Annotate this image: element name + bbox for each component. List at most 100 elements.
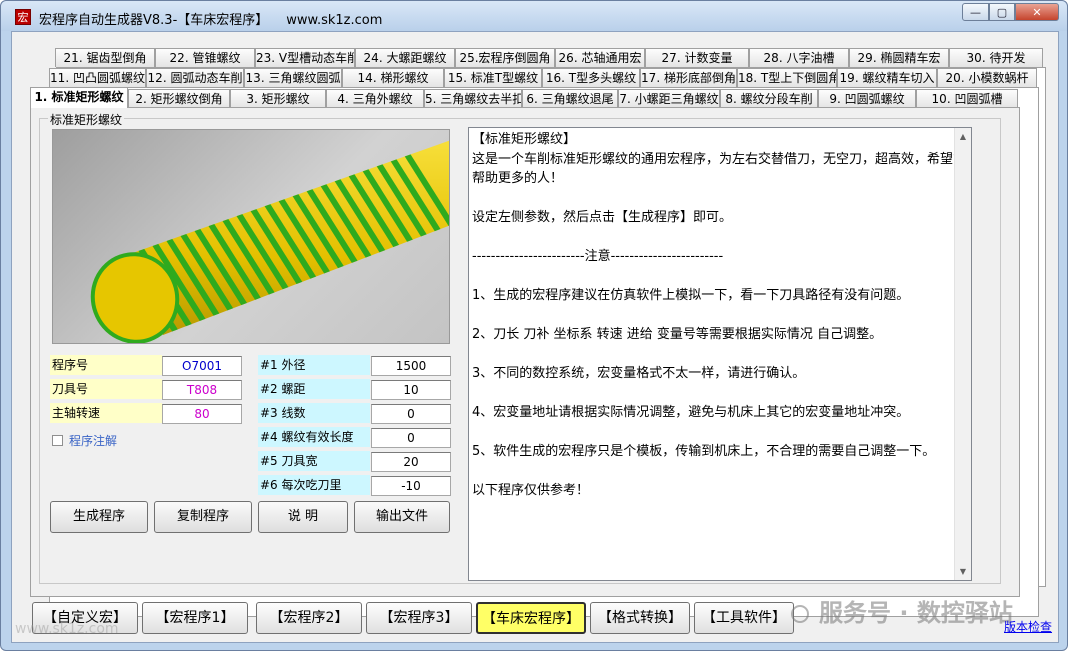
info-line: 设定左侧参数，然后点击【生成程序】即可。 bbox=[472, 210, 733, 225]
param-2-input[interactable]: 10 bbox=[371, 380, 451, 400]
program-output-textarea[interactable]: 【标准矩形螺纹】 这是一个车削标准矩形螺纹的通用宏程序，为左右交替借刀，无空刀，… bbox=[468, 127, 972, 581]
tab-panel-standard-rect-thread: 标准矩形螺纹 程序号 O7001 刀具号 T808 主轴转速 80 程序注解 #… bbox=[30, 107, 1020, 597]
lathe-macro-button[interactable]: 【车床宏程序】 bbox=[476, 602, 586, 634]
program-number-label: 程序号 bbox=[50, 355, 162, 375]
minimize-button[interactable]: — bbox=[962, 3, 989, 21]
tool-number-input[interactable]: T808 bbox=[162, 380, 242, 400]
tab-8[interactable]: 8. 螺纹分段车削 bbox=[720, 89, 818, 108]
scroll-up-icon[interactable]: ▲ bbox=[955, 128, 971, 145]
tab-2[interactable]: 2. 矩形螺纹倒角 bbox=[128, 89, 230, 108]
close-icon: ✕ bbox=[1032, 5, 1042, 19]
tab-20[interactable]: 20. 小模数蜗杆 bbox=[937, 68, 1037, 87]
group-label: 标准矩形螺纹 bbox=[48, 111, 125, 128]
tab-16[interactable]: 16. T型多头螺纹 bbox=[542, 68, 640, 87]
param-2-label: #2 螺距 bbox=[258, 379, 370, 399]
tab-4[interactable]: 4. 三角外螺纹 bbox=[326, 89, 424, 108]
info-line bbox=[472, 306, 968, 326]
maximize-button[interactable]: ▢ bbox=[989, 3, 1015, 21]
info-scrollbar[interactable]: ▲ ▼ bbox=[954, 128, 971, 580]
minimize-icon: — bbox=[970, 5, 981, 19]
tab-7[interactable]: 7. 小螺距三角螺纹 bbox=[618, 89, 720, 108]
param-4-name: 螺纹有效长度 bbox=[281, 430, 354, 444]
thread-preview-image bbox=[52, 129, 450, 344]
info-line: 2、刀长 刀补 坐标系 转速 进给 变量号等需要根据实际情况 自己调整。 bbox=[472, 327, 883, 342]
param-3-name: 线数 bbox=[281, 406, 306, 420]
tab-10[interactable]: 10. 凹圆弧槽 bbox=[916, 89, 1018, 108]
macro-1-button[interactable]: 【宏程序1】 bbox=[142, 602, 248, 634]
tab-22[interactable]: 22. 管锥螺纹 bbox=[155, 48, 255, 67]
tab-25[interactable]: 25.宏程序倒圆角 bbox=[455, 48, 555, 67]
tab-5[interactable]: 5. 三角螺纹去半扣 bbox=[424, 89, 522, 108]
tab-3[interactable]: 3. 矩形螺纹 bbox=[230, 89, 326, 108]
param-1-label: #1 外径 bbox=[258, 355, 370, 375]
program-comment-label[interactable]: 程序注解 bbox=[69, 432, 117, 449]
tab-13[interactable]: 13. 三角螺纹圆弧 bbox=[244, 68, 342, 87]
param-1-input[interactable]: 1500 bbox=[371, 356, 451, 376]
param-6-label: #6 每次吃刀里 bbox=[258, 475, 370, 495]
program-comment-checkbox[interactable] bbox=[52, 435, 63, 446]
copy-program-button[interactable]: 复制程序 bbox=[154, 501, 252, 533]
param-6-id: #6 bbox=[260, 478, 278, 492]
param-4-input[interactable]: 0 bbox=[371, 428, 451, 448]
window-title-text: 宏程序自动生成器V8.3-【车床宏程序】 bbox=[39, 13, 269, 28]
tab-12[interactable]: 12. 圆弧动态车削 bbox=[146, 68, 244, 87]
tab-6[interactable]: 6. 三角螺纹退尾 bbox=[522, 89, 618, 108]
program-comment-checkbox-row[interactable]: 程序注解 bbox=[52, 432, 117, 449]
macro-2-button[interactable]: 【宏程序2】 bbox=[256, 602, 362, 634]
tab-1[interactable]: 1. 标准矩形螺纹 bbox=[30, 87, 128, 108]
spindle-speed-input[interactable]: 80 bbox=[162, 404, 242, 424]
tab-29[interactable]: 29. 椭圆精车宏 bbox=[849, 48, 949, 67]
format-convert-button[interactable]: 【格式转换】 bbox=[590, 602, 690, 634]
param-6-input[interactable]: -10 bbox=[371, 476, 451, 496]
watermark-brand-text: 服务号 · 数控驿站 bbox=[819, 599, 1013, 627]
param-3-label: #3 线数 bbox=[258, 403, 370, 423]
tab-28[interactable]: 28. 八字油槽 bbox=[749, 48, 849, 67]
tab-17[interactable]: 17. 梯形底部倒角 bbox=[640, 68, 737, 87]
thread-cylinder-illustration bbox=[90, 140, 449, 343]
instructions-button[interactable]: 说 明 bbox=[258, 501, 348, 533]
program-number-input[interactable]: O7001 bbox=[162, 356, 242, 376]
info-line: ------------------------注意--------------… bbox=[472, 249, 724, 264]
wechat-icon bbox=[791, 605, 809, 623]
tab-14[interactable]: 14. 梯形螺纹 bbox=[342, 68, 444, 87]
param-2-name: 螺距 bbox=[281, 382, 306, 396]
export-file-button[interactable]: 输出文件 bbox=[354, 501, 450, 533]
info-line bbox=[472, 228, 968, 248]
macro-3-button[interactable]: 【宏程序3】 bbox=[366, 602, 472, 634]
param-3-input[interactable]: 0 bbox=[371, 404, 451, 424]
tool-number-label: 刀具号 bbox=[50, 379, 162, 399]
version-check-link[interactable]: 版本检查 bbox=[1004, 618, 1052, 635]
info-line: 以下程序仅供参考！ bbox=[472, 483, 590, 498]
window-title: 宏程序自动生成器V8.3-【车床宏程序】 www.sk1z.com bbox=[39, 9, 382, 28]
maximize-icon: ▢ bbox=[996, 5, 1008, 19]
window-controls: — ▢ ✕ bbox=[962, 3, 1059, 21]
param-group: 标准矩形螺纹 程序号 O7001 刀具号 T808 主轴转速 80 程序注解 #… bbox=[39, 111, 1001, 584]
tab-30[interactable]: 30. 待开发 bbox=[949, 48, 1043, 67]
tab-9[interactable]: 9. 凹圆弧螺纹 bbox=[818, 89, 916, 108]
close-button[interactable]: ✕ bbox=[1015, 3, 1059, 21]
app-icon: 宏 bbox=[15, 9, 31, 25]
tab-18[interactable]: 18. T型上下倒圆角 bbox=[737, 68, 837, 87]
tab-11[interactable]: 11. 凹凸圆弧螺纹 bbox=[49, 68, 146, 87]
tab-19[interactable]: 19. 螺纹精车切入 bbox=[837, 68, 937, 87]
tab-23[interactable]: 23. V型槽动态车削 bbox=[255, 48, 355, 67]
watermark-brand: 服务号 · 数控驿站 bbox=[791, 593, 1013, 628]
tab-15[interactable]: 15. 标准T型螺纹 bbox=[444, 68, 542, 87]
scroll-down-icon[interactable]: ▼ bbox=[955, 563, 971, 580]
info-line bbox=[472, 189, 968, 209]
param-5-id: #5 bbox=[260, 454, 278, 468]
param-5-label: #5 刀具宽 bbox=[258, 451, 370, 471]
tab-24[interactable]: 24. 大螺距螺纹 bbox=[355, 48, 455, 67]
tab-26[interactable]: 26. 芯轴通用宏 bbox=[555, 48, 645, 67]
tab-27[interactable]: 27. 计数变量 bbox=[645, 48, 749, 67]
tool-software-button[interactable]: 【工具软件】 bbox=[694, 602, 794, 634]
info-line: 【标准矩形螺纹】 bbox=[472, 132, 577, 147]
generate-program-button[interactable]: 生成程序 bbox=[50, 501, 148, 533]
info-line: 4、宏变量地址请根据实际情况调整，避免与机床上其它的宏变量地址冲突。 bbox=[472, 405, 910, 420]
info-line: 这是一个车削标准矩形螺纹的通用宏程序，为左右交替借刀，无空刀，超高效，希望能帮助… bbox=[472, 151, 967, 187]
app-window: 宏 宏程序自动生成器V8.3-【车床宏程序】 www.sk1z.com — ▢ ✕… bbox=[0, 0, 1068, 651]
param-5-input[interactable]: 20 bbox=[371, 452, 451, 472]
param-1-name: 外径 bbox=[281, 358, 306, 372]
tab-21[interactable]: 21. 锯齿型倒角 bbox=[55, 48, 155, 67]
param-5-name: 刀具宽 bbox=[281, 454, 318, 468]
